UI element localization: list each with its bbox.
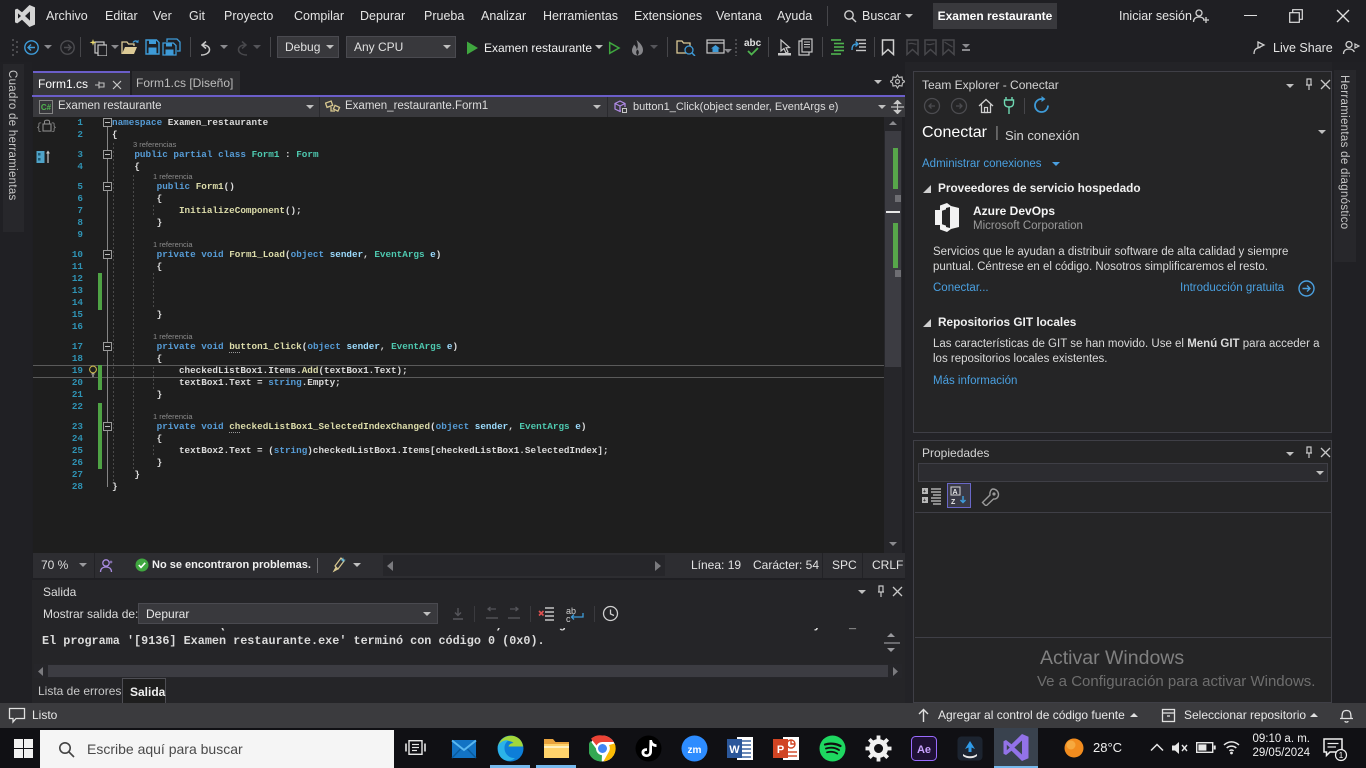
svg-text:c: c: [566, 614, 571, 623]
svg-text:+: +: [923, 498, 926, 504]
svg-text:P: P: [777, 744, 784, 756]
svg-text:C#: C#: [41, 103, 52, 112]
svg-text:Z: Z: [951, 499, 956, 505]
svg-text:Ae: Ae: [917, 744, 931, 756]
svg-text:W: W: [729, 744, 740, 756]
svg-text:A: A: [953, 489, 958, 496]
svg-text:+: +: [923, 489, 926, 495]
svg-text:zm: zm: [688, 745, 702, 756]
svg-text:1: 1: [1339, 750, 1344, 760]
